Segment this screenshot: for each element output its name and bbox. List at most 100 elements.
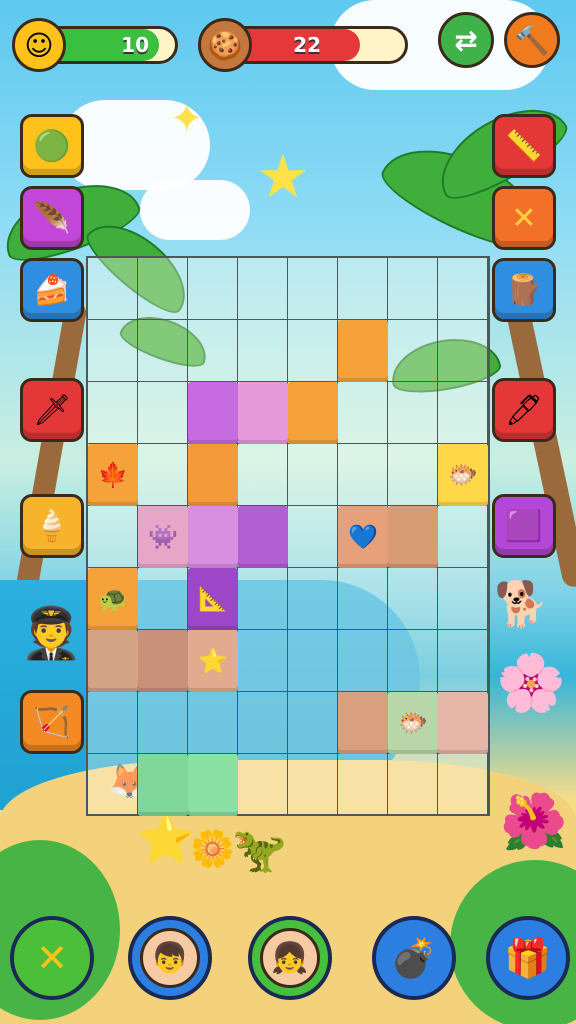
close-button[interactable]: ✕ <box>10 916 94 1000</box>
board-slot[interactable] <box>188 692 238 754</box>
puzzle-piece[interactable] <box>388 506 438 568</box>
puzzle-piece[interactable] <box>138 754 188 816</box>
board-slot[interactable] <box>238 630 288 692</box>
puzzle-piece[interactable] <box>238 382 288 444</box>
tool-sword[interactable]: 🗡 <box>20 378 84 442</box>
board-slot[interactable] <box>88 258 138 320</box>
board-slot[interactable] <box>238 692 288 754</box>
board-slot[interactable] <box>88 320 138 382</box>
board-slot[interactable] <box>238 320 288 382</box>
board-slot[interactable] <box>88 692 138 754</box>
puzzle-piece[interactable] <box>188 506 238 568</box>
tool-wooden-club[interactable]: 🪵 <box>492 258 556 322</box>
board-slot[interactable] <box>438 568 488 630</box>
tool-purple-feather[interactable]: 🪶 <box>20 186 84 250</box>
board-slot[interactable] <box>88 506 138 568</box>
board-slot[interactable] <box>438 630 488 692</box>
bomb-button[interactable]: 💣 <box>372 916 456 1000</box>
girl-avatar-button[interactable]: 👧 <box>248 916 332 1000</box>
dog-character: 🐕 <box>494 579 549 630</box>
board-slot[interactable] <box>388 258 438 320</box>
board-slot[interactable] <box>138 258 188 320</box>
board-slot[interactable] <box>388 568 438 630</box>
treasure-box-icon: 🎁 <box>504 935 552 980</box>
board-slot[interactable] <box>338 568 388 630</box>
board-slot[interactable] <box>438 258 488 320</box>
puzzle-piece[interactable] <box>88 630 138 692</box>
board-slot[interactable] <box>238 258 288 320</box>
boy-avatar-button[interactable]: 👦 <box>128 916 212 1000</box>
tool-popsicle[interactable]: 🍦 <box>20 494 84 558</box>
board-slot[interactable] <box>238 754 288 816</box>
tool-bow[interactable]: 🏹 <box>20 690 84 754</box>
board-slot[interactable] <box>238 444 288 506</box>
tool-ruler[interactable]: 📏 <box>492 114 556 178</box>
board-slot[interactable] <box>88 754 138 816</box>
board-slot[interactable] <box>138 382 188 444</box>
swap-button[interactable]: ⇄ <box>438 12 494 68</box>
puzzle-board[interactable]: 🍁 🐡 👾 💙 🐢 📐 ⭐ 🐡 <box>86 256 490 816</box>
board-slot[interactable] <box>388 382 438 444</box>
board-slot[interactable] <box>338 382 388 444</box>
tool-purple-frame[interactable]: 🟪 <box>492 494 556 558</box>
board-slot[interactable] <box>288 320 338 382</box>
puzzle-piece[interactable]: 🐡 <box>438 444 488 506</box>
board-slot[interactable] <box>88 382 138 444</box>
board-slot[interactable] <box>188 258 238 320</box>
board-slot[interactable] <box>138 444 188 506</box>
board-slot[interactable] <box>138 320 188 382</box>
puzzle-piece[interactable]: 📐 <box>188 568 238 630</box>
puzzle-piece[interactable] <box>438 692 488 754</box>
puzzle-piece[interactable] <box>188 444 238 506</box>
puzzle-piece[interactable]: 🍁 <box>88 444 138 506</box>
board-slot[interactable] <box>338 754 388 816</box>
board-slot[interactable] <box>288 258 338 320</box>
board-slot[interactable] <box>338 630 388 692</box>
layered-cake-icon: 🍰 <box>33 272 71 308</box>
board-slot[interactable] <box>388 444 438 506</box>
tool-layered-cake[interactable]: 🍰 <box>20 258 84 322</box>
board-slot[interactable] <box>138 692 188 754</box>
puzzle-piece[interactable] <box>188 754 238 816</box>
tool-quill[interactable]: 🖊 <box>492 378 556 442</box>
board-slot[interactable] <box>288 568 338 630</box>
popsicle-icon: 🍦 <box>33 508 71 544</box>
puzzle-piece[interactable] <box>238 506 288 568</box>
puzzle-piece[interactable]: ⭐ <box>188 630 238 692</box>
puzzle-piece[interactable] <box>338 692 388 754</box>
pink-flower: 🌺 <box>500 790 568 853</box>
board-slot[interactable] <box>438 320 488 382</box>
board-slot[interactable] <box>138 568 188 630</box>
board-slot[interactable] <box>288 444 338 506</box>
puzzle-piece[interactable] <box>138 630 188 692</box>
quill-icon: 🖊 <box>504 392 544 428</box>
board-slot[interactable] <box>288 630 338 692</box>
board-slot[interactable] <box>288 506 338 568</box>
treasure-box-button[interactable]: 🎁 <box>486 916 570 1000</box>
puzzle-piece[interactable] <box>188 382 238 444</box>
board-slot[interactable] <box>288 692 338 754</box>
board-slot[interactable] <box>388 754 438 816</box>
board-slot[interactable] <box>238 568 288 630</box>
puzzle-piece[interactable]: 💙 <box>338 506 388 568</box>
hammer-button[interactable]: 🔨 <box>504 12 560 68</box>
green-orb-icon: 🟢 <box>33 128 71 164</box>
board-slot[interactable] <box>338 258 388 320</box>
tool-green-orb[interactable]: 🟢 <box>20 114 84 178</box>
board-slot[interactable] <box>338 444 388 506</box>
puzzle-piece[interactable] <box>288 382 338 444</box>
puzzle-piece[interactable]: 🐡 <box>388 692 438 754</box>
board-slot[interactable] <box>388 320 438 382</box>
star-decoration: ★ <box>256 142 310 212</box>
bow-icon: 🏹 <box>33 704 71 740</box>
board-slot[interactable] <box>438 754 488 816</box>
puzzle-piece[interactable] <box>338 320 388 382</box>
puzzle-piece[interactable]: 👾 <box>138 506 188 568</box>
board-slot[interactable] <box>388 630 438 692</box>
tool-cross[interactable]: ✕ <box>492 186 556 250</box>
board-slot[interactable] <box>438 382 488 444</box>
puzzle-piece[interactable]: 🐢 <box>88 568 138 630</box>
board-slot[interactable] <box>188 320 238 382</box>
board-slot[interactable] <box>288 754 338 816</box>
board-slot[interactable] <box>438 506 488 568</box>
